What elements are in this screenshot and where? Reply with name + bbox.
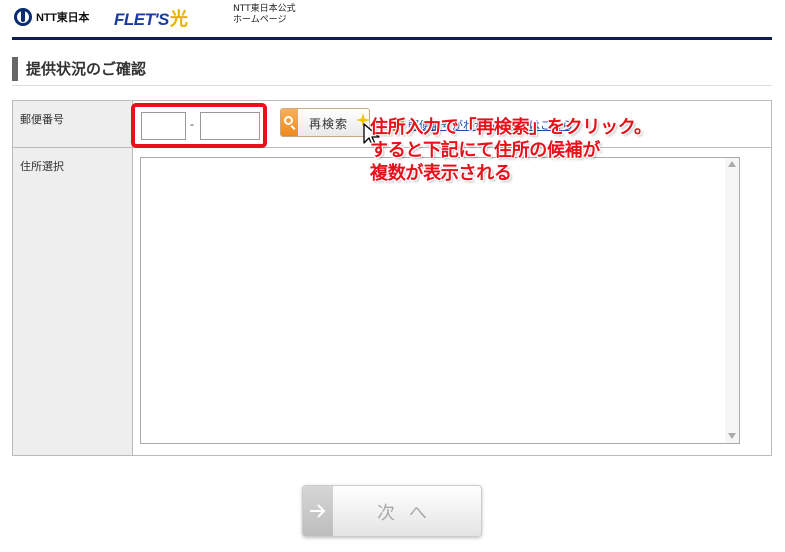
label-column [13,101,133,455]
scroll-down-icon[interactable] [728,433,736,439]
page-title-section: 提供状況のご確認 [12,56,772,86]
postal-code-label: 郵便番号 [20,113,64,126]
flets-logo-text: FLET'S [114,10,169,29]
scroll-up-icon[interactable] [728,161,736,167]
annotation-line-3: 複数が表示される [370,163,512,184]
title-accent-bar [12,57,18,81]
instruction-annotation: 住所入力で「再検索」をクリック。 すると下記にて住所の候補が 複数が表示される [370,116,652,185]
ntt-logo-text: NTT東日本 [36,12,90,24]
annotation-line-2: すると下記にて住所の候補が [370,140,601,161]
official-line-1: NTT東日本公式 [233,4,296,14]
header-divider [12,37,772,40]
ntt-logo-icon [14,8,32,26]
annotation-line-1: 住所入力で「再検索」をクリック。 [370,117,652,138]
arrow-right-icon [303,486,333,536]
ntt-logo[interactable]: NTT東日本 [14,8,89,26]
research-button-label: 再検索 [309,117,349,131]
flets-light-text: 光 [169,9,188,29]
site-header: NTT東日本 FLET'S光 NTT東日本公式 ホームページ [0,0,785,40]
page-title: 提供状況のご確認 [26,60,147,78]
official-homepage-link[interactable]: NTT東日本公式 ホームページ [233,4,296,26]
address-select-label: 住所選択 [20,160,64,173]
official-line-2: ホームページ [233,15,287,25]
next-button[interactable]: 次へ [302,485,482,537]
flets-logo[interactable]: FLET'S光 [114,5,188,31]
search-icon [281,109,298,136]
postal-highlight-annotation [131,103,267,148]
address-select-list[interactable] [140,157,740,444]
address-scrollbar[interactable] [725,158,739,443]
next-button-label: 次へ [377,503,441,524]
